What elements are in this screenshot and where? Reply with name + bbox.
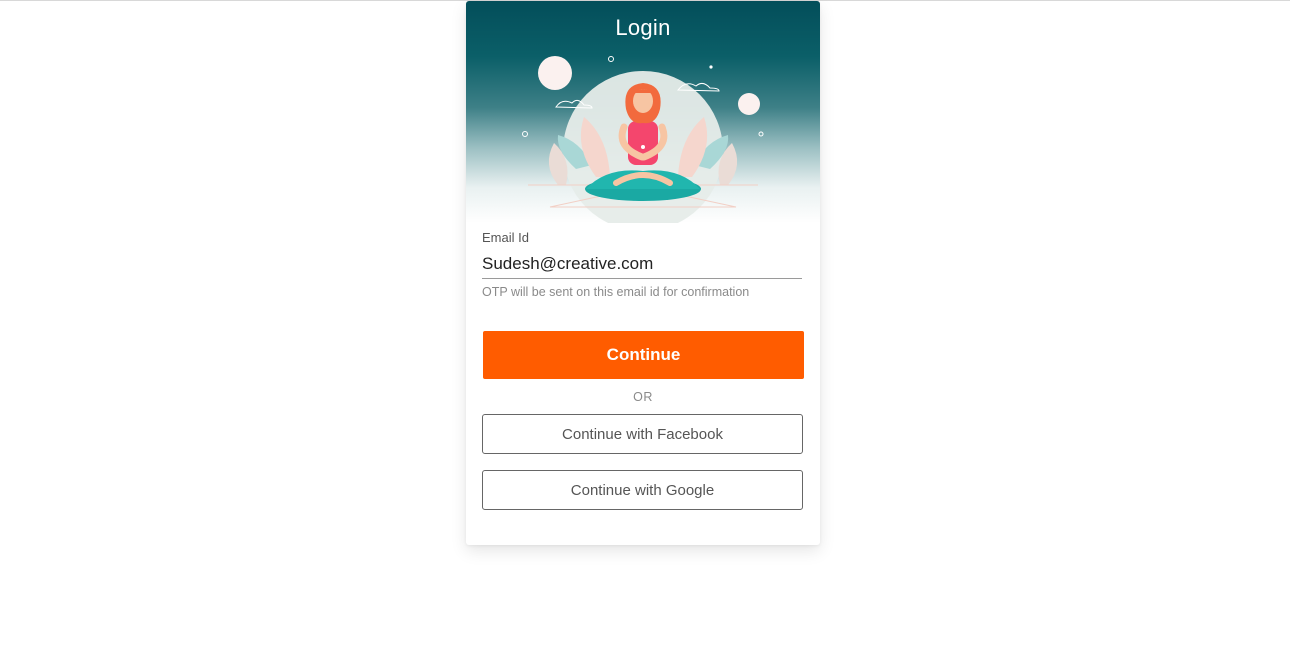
continue-with-google-button[interactable]: Continue with Google: [482, 470, 803, 510]
or-divider: OR: [633, 390, 653, 404]
login-card: Login Email Id OTP will be sent on this …: [466, 1, 820, 545]
email-field[interactable]: [482, 250, 802, 279]
continue-button[interactable]: Continue: [483, 331, 804, 379]
email-label: Email Id: [482, 230, 529, 245]
page-title: Login: [615, 15, 671, 40]
bubble-decoration-right: [738, 93, 760, 115]
bubble-decoration-left: [538, 56, 572, 90]
login-header: Login: [466, 1, 820, 223]
continue-with-facebook-button[interactable]: Continue with Facebook: [482, 414, 803, 454]
email-helper-text: OTP will be sent on this email id for co…: [482, 285, 750, 299]
